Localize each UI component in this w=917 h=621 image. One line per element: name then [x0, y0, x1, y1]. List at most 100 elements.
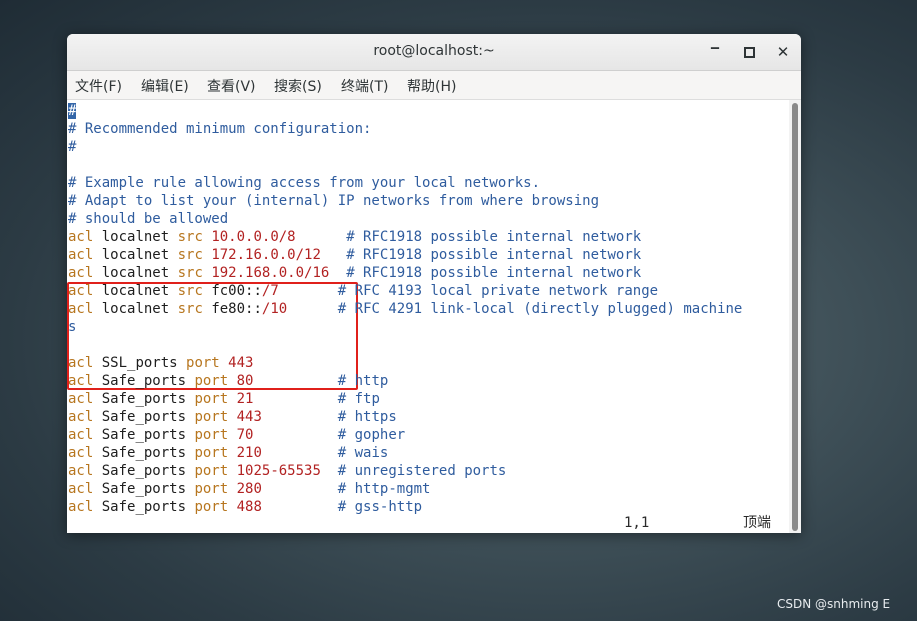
keyword-text: port: [194, 373, 229, 389]
comment-text: # should be allowed: [68, 211, 229, 227]
menu-terminal[interactable]: 终端(T): [341, 76, 388, 96]
menu-view[interactable]: 查看(V): [207, 76, 256, 96]
value-text: /10: [261, 301, 288, 317]
scrollbar-thumb[interactable]: [792, 103, 798, 531]
menu-search[interactable]: 搜索(S): [274, 76, 322, 96]
terminal-line: acl Safe_ports port 1025-65535 # unregis…: [68, 462, 506, 480]
minimize-button[interactable]: ‒: [705, 38, 725, 58]
close-button[interactable]: ✕: [773, 42, 793, 62]
keyword-text: port: [194, 445, 229, 461]
keyword-text: port: [186, 355, 220, 371]
text-cursor: #: [68, 103, 77, 119]
cursor-position: 1,1: [624, 515, 650, 531]
keyword-text: src: [177, 229, 203, 245]
comment-text: # RFC 4193 local private network range: [337, 283, 659, 299]
plain-text: [228, 463, 236, 479]
terminal-line: acl Safe_ports port 488 # gss-http: [68, 498, 422, 516]
keyword-text: port: [194, 391, 229, 407]
vertical-scrollbar[interactable]: [789, 100, 801, 533]
value-text: 210: [236, 445, 262, 461]
keyword-text: acl: [68, 409, 94, 425]
plain-text: [329, 265, 346, 281]
keyword-text: src: [177, 283, 203, 299]
terminal-line: acl Safe_ports port 280 # http-mgmt: [68, 480, 430, 498]
value-text: /7: [261, 283, 279, 299]
terminal-line: acl Safe_ports port 210 # wais: [68, 444, 388, 462]
plain-text: [228, 445, 236, 461]
plain-text: [279, 283, 338, 299]
keyword-text: acl: [68, 301, 94, 317]
maximize-icon: [743, 46, 755, 58]
comment-text: # Example rule allowing access from your…: [68, 175, 541, 191]
terminal-line: #: [68, 102, 77, 120]
plain-text: fc00::: [202, 283, 262, 299]
window-title: root@localhost:~: [373, 43, 495, 59]
comment-text: # ftp: [337, 391, 380, 407]
comment-text: # http-mgmt: [337, 481, 431, 497]
keyword-text: acl: [68, 463, 94, 479]
terminal-line: acl localnet src fe80::/10 # RFC 4291 li…: [68, 300, 742, 318]
keyword-text: port: [194, 409, 229, 425]
plain-text: [228, 481, 236, 497]
plain-text: [253, 373, 337, 389]
plain-text: [321, 463, 338, 479]
plain-text: [262, 445, 338, 461]
terminal-line: acl SSL_ports port 443: [68, 354, 253, 372]
menu-edit[interactable]: 编辑(E): [141, 76, 189, 96]
keyword-text: acl: [68, 499, 94, 515]
keyword-text: acl: [68, 373, 94, 389]
plain-text: [262, 481, 338, 497]
watermark: CSDN @snhming E: [777, 597, 891, 611]
terminal-line: acl localnet src 172.16.0.0/12 # RFC1918…: [68, 246, 641, 264]
comment-text: # RFC1918 possible internal network: [346, 247, 642, 263]
plain-text: [228, 391, 236, 407]
keyword-text: port: [194, 463, 229, 479]
comment-text: # unregistered ports: [337, 463, 507, 479]
terminal-line: acl Safe_ports port 443 # https: [68, 408, 397, 426]
comment-text: # gopher: [337, 427, 406, 443]
comment-text: # RFC 4291 link-local (directly plugged)…: [337, 301, 743, 317]
value-text: 80: [236, 373, 254, 389]
value-text: 172.16.0.0/12: [211, 247, 321, 263]
comment-text: # RFC1918 possible internal network: [346, 229, 642, 245]
comment-text: # http: [337, 373, 389, 389]
keyword-text: acl: [68, 355, 94, 371]
value-text: 488: [236, 499, 262, 515]
plain-text: Safe_ports: [93, 427, 195, 443]
plain-text: Safe_ports: [93, 445, 195, 461]
terminal-window: root@localhost:~ ‒ ✕ 文件(F) 编辑(E) 查看(V) 搜…: [67, 34, 801, 533]
terminal-line: acl localnet src 10.0.0.0/8 # RFC1918 po…: [68, 228, 641, 246]
title-bar[interactable]: root@localhost:~ ‒ ✕: [67, 34, 801, 71]
menu-file[interactable]: 文件(F): [75, 76, 122, 96]
terminal-line: acl Safe_ports port 80 # http: [68, 372, 388, 390]
plain-text: [253, 427, 337, 443]
terminal-line: acl localnet src fc00::/7 # RFC 4193 loc…: [68, 282, 658, 300]
plain-text: localnet: [93, 301, 178, 317]
comment-text: # RFC1918 possible internal network: [346, 265, 642, 281]
comment-text: s: [68, 319, 77, 335]
value-text: 280: [236, 481, 262, 497]
comment-text: #: [68, 139, 77, 155]
terminal-line: #: [68, 138, 76, 156]
keyword-text: acl: [68, 445, 94, 461]
comment-text: # gss-http: [337, 499, 423, 515]
plain-text: Safe_ports: [93, 463, 195, 479]
comment-text: # wais: [337, 445, 389, 461]
scroll-status: 顶端: [743, 515, 771, 531]
terminal-line: s: [68, 318, 76, 336]
terminal-line: # should be allowed: [68, 210, 228, 228]
maximize-button[interactable]: [739, 42, 759, 62]
plain-text: Safe_ports: [93, 409, 195, 425]
plain-text: fe80::: [202, 301, 262, 317]
plain-text: Safe_ports: [93, 499, 195, 515]
terminal-line: acl Safe_ports port 21 # ftp: [68, 390, 380, 408]
terminal-line: acl localnet src 192.168.0.0/16 # RFC191…: [68, 264, 641, 282]
comment-text: # https: [337, 409, 397, 425]
plain-text: [228, 427, 236, 443]
terminal-text-area[interactable]: 1,1 顶端 # # Recommended minimum configurat…: [67, 100, 789, 533]
menu-help[interactable]: 帮助(H): [407, 76, 456, 96]
value-text: 192.168.0.0/16: [211, 265, 330, 281]
plain-text: localnet: [93, 265, 178, 281]
value-text: 443: [228, 355, 254, 371]
keyword-text: acl: [68, 481, 94, 497]
